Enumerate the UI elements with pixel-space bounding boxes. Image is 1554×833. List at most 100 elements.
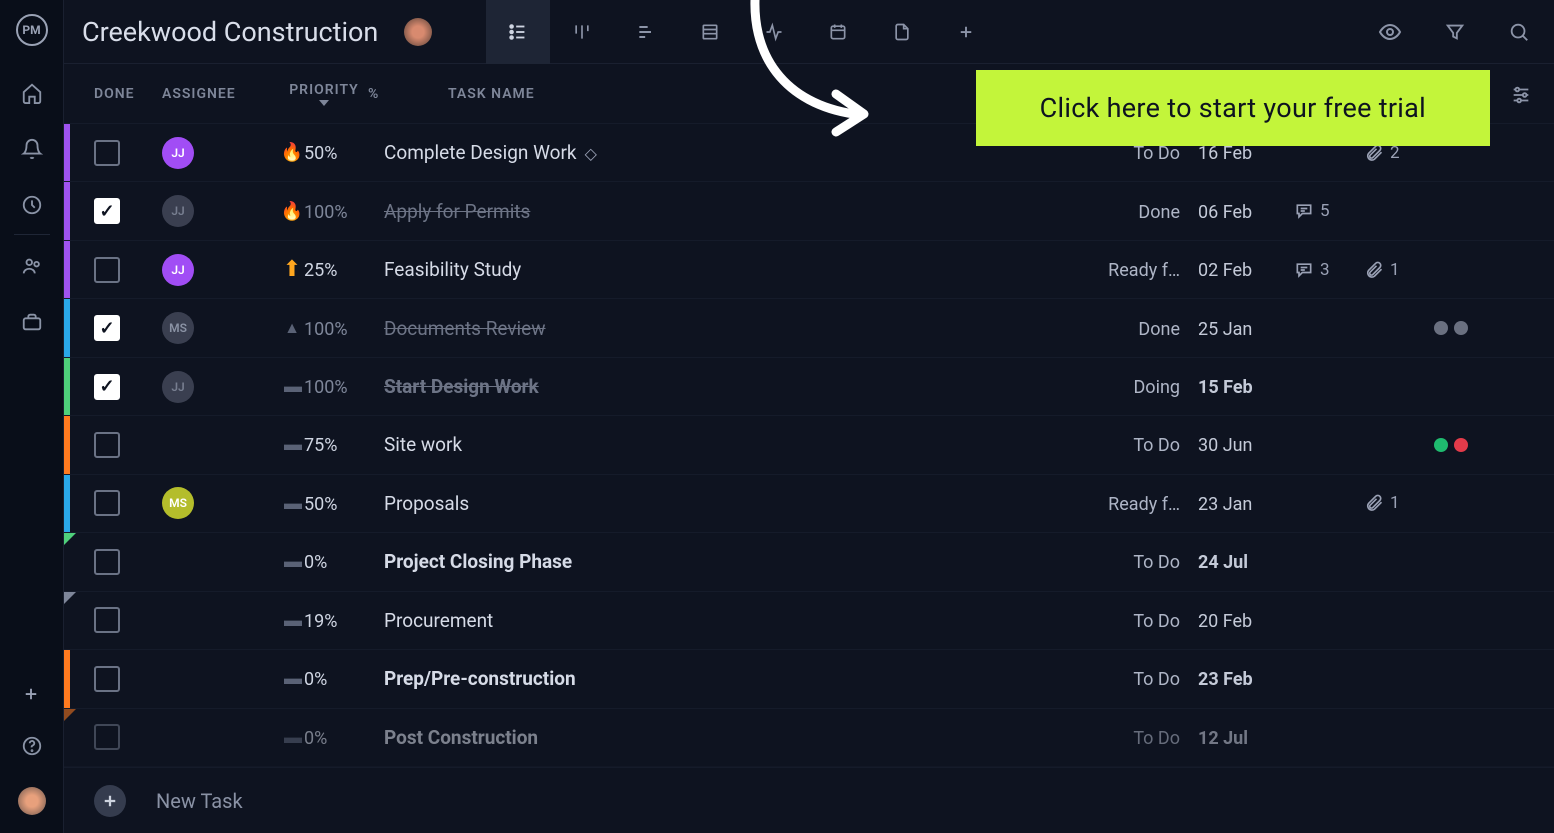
home-icon[interactable] — [21, 82, 43, 104]
column-settings-icon[interactable] — [1510, 84, 1532, 106]
task-date[interactable]: 30 Jun — [1198, 435, 1253, 456]
task-row[interactable]: ▬0%Post ConstructionTo Do12 Jul — [64, 709, 1554, 767]
assignee-avatar[interactable]: JJ — [162, 371, 194, 403]
task-status[interactable]: To Do — [1133, 435, 1180, 456]
add-task-button[interactable] — [94, 785, 126, 817]
add-icon[interactable] — [22, 685, 42, 705]
task-status[interactable]: Ready f… — [1108, 494, 1180, 515]
view-tab-gantt[interactable] — [614, 0, 678, 64]
dash-icon: ▬ — [284, 668, 300, 689]
task-row[interactable]: MS▲100%Documents ReviewDone25 Jan — [64, 299, 1554, 357]
assignee-avatar[interactable]: JJ — [162, 137, 194, 169]
task-list: JJ🔥50%Complete Design Work◇To Do16 Feb2J… — [64, 124, 1554, 767]
comment-count[interactable]: 3 — [1294, 260, 1364, 280]
done-checkbox[interactable] — [94, 432, 120, 458]
view-tab-activity[interactable] — [742, 0, 806, 64]
done-checkbox[interactable] — [94, 724, 120, 750]
col-assignee[interactable]: ASSIGNEE — [162, 86, 280, 102]
task-date[interactable]: 15 Feb — [1198, 377, 1253, 398]
task-name[interactable]: Post Construction — [384, 726, 538, 749]
cta-banner[interactable]: Click here to start your free trial — [976, 70, 1490, 146]
task-row[interactable]: MS▬50%ProposalsReady f…23 Jan1 — [64, 475, 1554, 533]
task-status[interactable]: To Do — [1133, 611, 1180, 632]
task-name[interactable]: Prep/Pre-construction — [384, 667, 576, 690]
task-row[interactable]: JJ⬆25%Feasibility StudyReady f…02 Feb31 — [64, 241, 1554, 299]
bell-icon[interactable] — [21, 138, 43, 160]
filter-icon[interactable] — [1444, 21, 1466, 43]
briefcase-icon[interactable] — [21, 311, 43, 333]
done-checkbox[interactable] — [94, 140, 120, 166]
view-tab-sheet[interactable] — [678, 0, 742, 64]
view-tab-add[interactable] — [934, 0, 998, 64]
col-percent[interactable]: % — [368, 86, 448, 102]
search-icon[interactable] — [1508, 21, 1530, 43]
task-row[interactable]: ▬0%Project Closing PhaseTo Do24 Jul — [64, 533, 1554, 591]
dash-icon: ▬ — [284, 493, 300, 514]
done-checkbox[interactable] — [94, 374, 120, 400]
task-name[interactable]: Documents Review — [384, 317, 546, 340]
task-date[interactable]: 20 Feb — [1198, 611, 1252, 632]
user-avatar[interactable] — [18, 787, 46, 815]
task-name[interactable]: Start Design Work — [384, 375, 539, 398]
task-date[interactable]: 24 Jul — [1198, 552, 1248, 573]
done-checkbox[interactable] — [94, 198, 120, 224]
task-status[interactable]: To Do — [1133, 143, 1180, 164]
task-status[interactable]: To Do — [1133, 728, 1180, 749]
task-status[interactable]: To Do — [1133, 552, 1180, 573]
task-name[interactable]: Procurement — [384, 609, 493, 632]
task-row[interactable]: ▬75%Site workTo Do30 Jun — [64, 416, 1554, 474]
sidebar: PM — [0, 0, 64, 833]
dash-icon: ▬ — [284, 551, 300, 572]
assignee-avatar[interactable]: JJ — [162, 195, 194, 227]
task-row[interactable]: ▬0%Prep/Pre-constructionTo Do23 Feb — [64, 650, 1554, 708]
task-name[interactable]: Site work — [384, 433, 462, 456]
task-status[interactable]: Ready f… — [1108, 260, 1180, 281]
new-task-label[interactable]: New Task — [156, 789, 243, 813]
assignee-avatar[interactable]: MS — [162, 487, 194, 519]
col-done[interactable]: DONE — [94, 86, 162, 102]
task-status[interactable]: Doing — [1133, 377, 1180, 398]
task-name[interactable]: Complete Design Work — [384, 141, 577, 164]
help-icon[interactable] — [21, 735, 43, 757]
task-name[interactable]: Project Closing Phase — [384, 550, 572, 573]
view-tab-docs[interactable] — [870, 0, 934, 64]
visibility-icon[interactable] — [1378, 20, 1402, 44]
team-icon[interactable] — [21, 255, 43, 277]
task-name[interactable]: Proposals — [384, 492, 469, 515]
assignee-avatar[interactable]: JJ — [162, 254, 194, 286]
done-checkbox[interactable] — [94, 666, 120, 692]
task-name[interactable]: Feasibility Study — [384, 258, 521, 281]
assignee-avatar[interactable]: MS — [162, 312, 194, 344]
attachment-count[interactable]: 1 — [1364, 493, 1434, 513]
comment-count[interactable]: 5 — [1294, 201, 1364, 221]
done-checkbox[interactable] — [94, 315, 120, 341]
tag-dot — [1434, 438, 1448, 452]
caret-up-icon: ▲ — [284, 318, 300, 338]
task-date[interactable]: 16 Feb — [1198, 143, 1252, 164]
task-row[interactable]: ▬19%ProcurementTo Do20 Feb — [64, 592, 1554, 650]
task-status[interactable]: Done — [1138, 202, 1180, 223]
task-date[interactable]: 06 Feb — [1198, 202, 1252, 223]
task-date[interactable]: 23 Jan — [1198, 494, 1252, 515]
done-checkbox[interactable] — [94, 257, 120, 283]
task-date[interactable]: 25 Jan — [1198, 319, 1252, 340]
clock-icon[interactable] — [21, 194, 43, 216]
view-tab-list[interactable] — [486, 0, 550, 64]
col-priority[interactable]: PRIORITY — [280, 82, 368, 106]
task-date[interactable]: 23 Feb — [1198, 669, 1253, 690]
project-owner-avatar[interactable] — [404, 18, 432, 46]
app-logo[interactable]: PM — [16, 14, 48, 46]
task-name[interactable]: Apply for Permits — [384, 200, 530, 223]
done-checkbox[interactable] — [94, 607, 120, 633]
task-row[interactable]: JJ▬100%Start Design WorkDoing15 Feb — [64, 358, 1554, 416]
view-tab-board[interactable] — [550, 0, 614, 64]
task-date[interactable]: 12 Jul — [1198, 728, 1248, 749]
task-row[interactable]: JJ🔥100%Apply for PermitsDone06 Feb5 — [64, 182, 1554, 240]
done-checkbox[interactable] — [94, 490, 120, 516]
task-status[interactable]: Done — [1138, 319, 1180, 340]
task-date[interactable]: 02 Feb — [1198, 260, 1252, 281]
view-tab-calendar[interactable] — [806, 0, 870, 64]
done-checkbox[interactable] — [94, 549, 120, 575]
task-status[interactable]: To Do — [1133, 669, 1180, 690]
attachment-count[interactable]: 1 — [1364, 260, 1434, 280]
